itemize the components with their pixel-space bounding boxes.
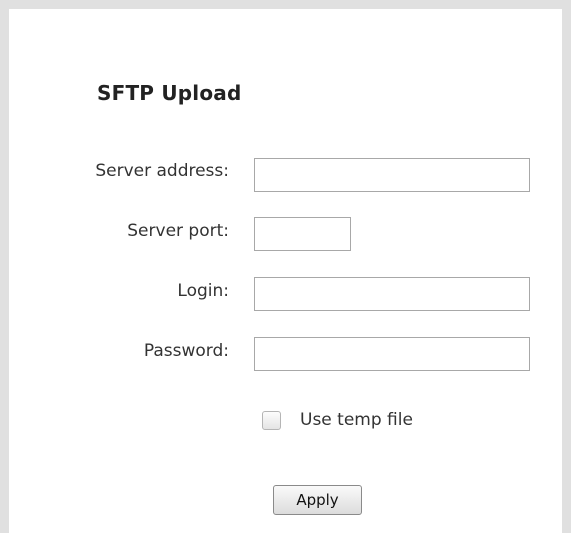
server-address-field[interactable]	[254, 158, 530, 192]
login-field[interactable]	[254, 277, 530, 311]
use-temp-file-checkbox[interactable]	[262, 410, 281, 430]
server-port-label: Server port:	[127, 221, 229, 241]
login-label: Login:	[177, 281, 229, 301]
panel-title: SFTP Upload	[97, 81, 242, 105]
apply-button[interactable]: Apply	[273, 485, 362, 515]
use-temp-file-label[interactable]: Use temp file	[300, 410, 413, 430]
password-label: Password:	[143, 341, 229, 361]
use-temp-file-row[interactable]: Use temp file	[262, 406, 413, 434]
server-port-field[interactable]	[254, 217, 351, 251]
server-address-label: Server address:	[95, 161, 229, 181]
sftp-upload-panel: SFTP Upload Server address: Server port:…	[0, 0, 571, 533]
password-field[interactable]	[254, 337, 530, 371]
